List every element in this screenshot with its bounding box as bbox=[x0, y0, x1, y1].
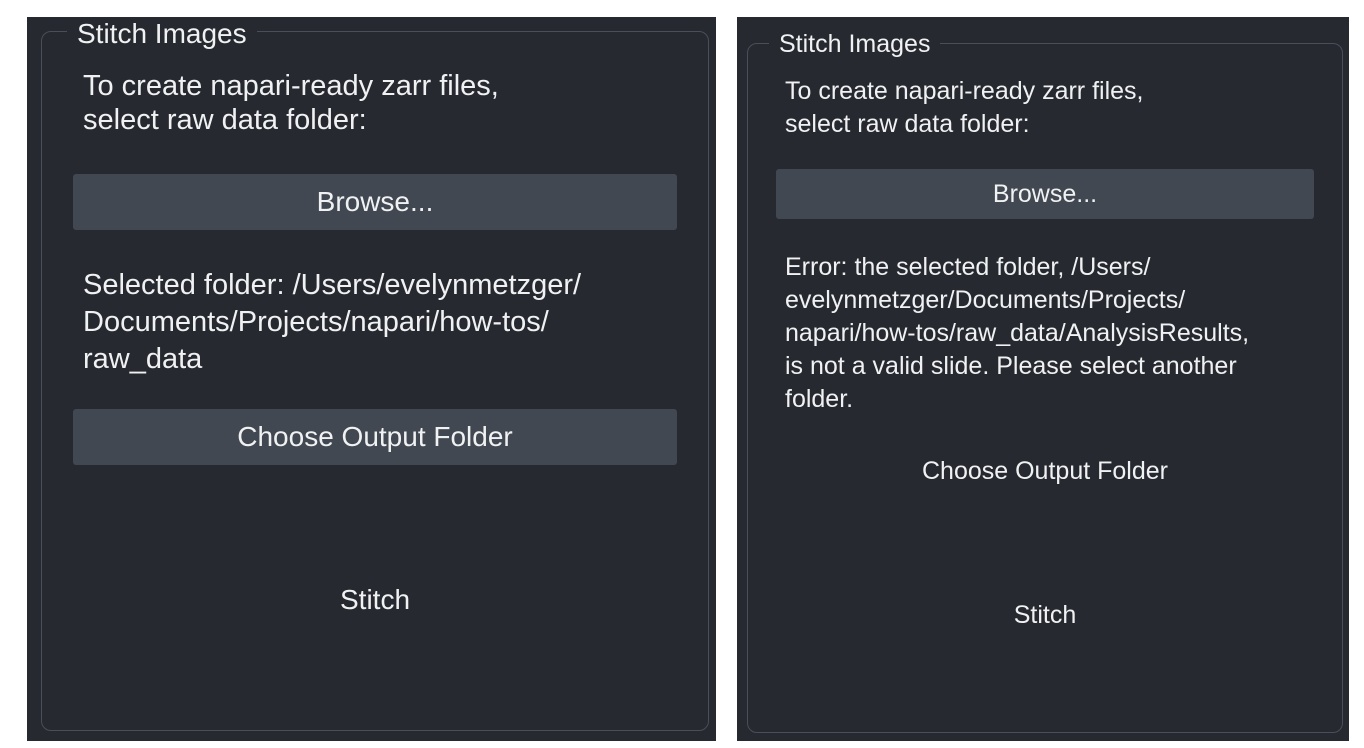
browse-button[interactable]: Browse... bbox=[73, 174, 677, 230]
error-message: Error: the selected folder, /Users/ evel… bbox=[785, 253, 1250, 413]
choose-output-folder-button[interactable]: Choose Output Folder bbox=[73, 409, 677, 465]
group-title: Stitch Images bbox=[67, 17, 257, 51]
choose-output-folder-button[interactable]: Choose Output Folder bbox=[776, 449, 1314, 493]
intro-text: To create napari-ready zarr files, selec… bbox=[785, 77, 1144, 138]
browse-button[interactable]: Browse... bbox=[776, 169, 1314, 219]
stitch-panel-error: Stitch Images To create napari-ready zar… bbox=[737, 17, 1349, 741]
stitch-button[interactable]: Stitch bbox=[776, 593, 1314, 637]
stitch-button[interactable]: Stitch bbox=[73, 577, 677, 623]
selected-folder-text: Selected folder: /Users/evelynmetzger/ D… bbox=[83, 269, 582, 375]
stitch-panel-selected: Stitch Images To create napari-ready zar… bbox=[27, 17, 716, 741]
group-title: Stitch Images bbox=[769, 29, 941, 59]
intro-text: To create napari-ready zarr files, selec… bbox=[83, 70, 499, 136]
